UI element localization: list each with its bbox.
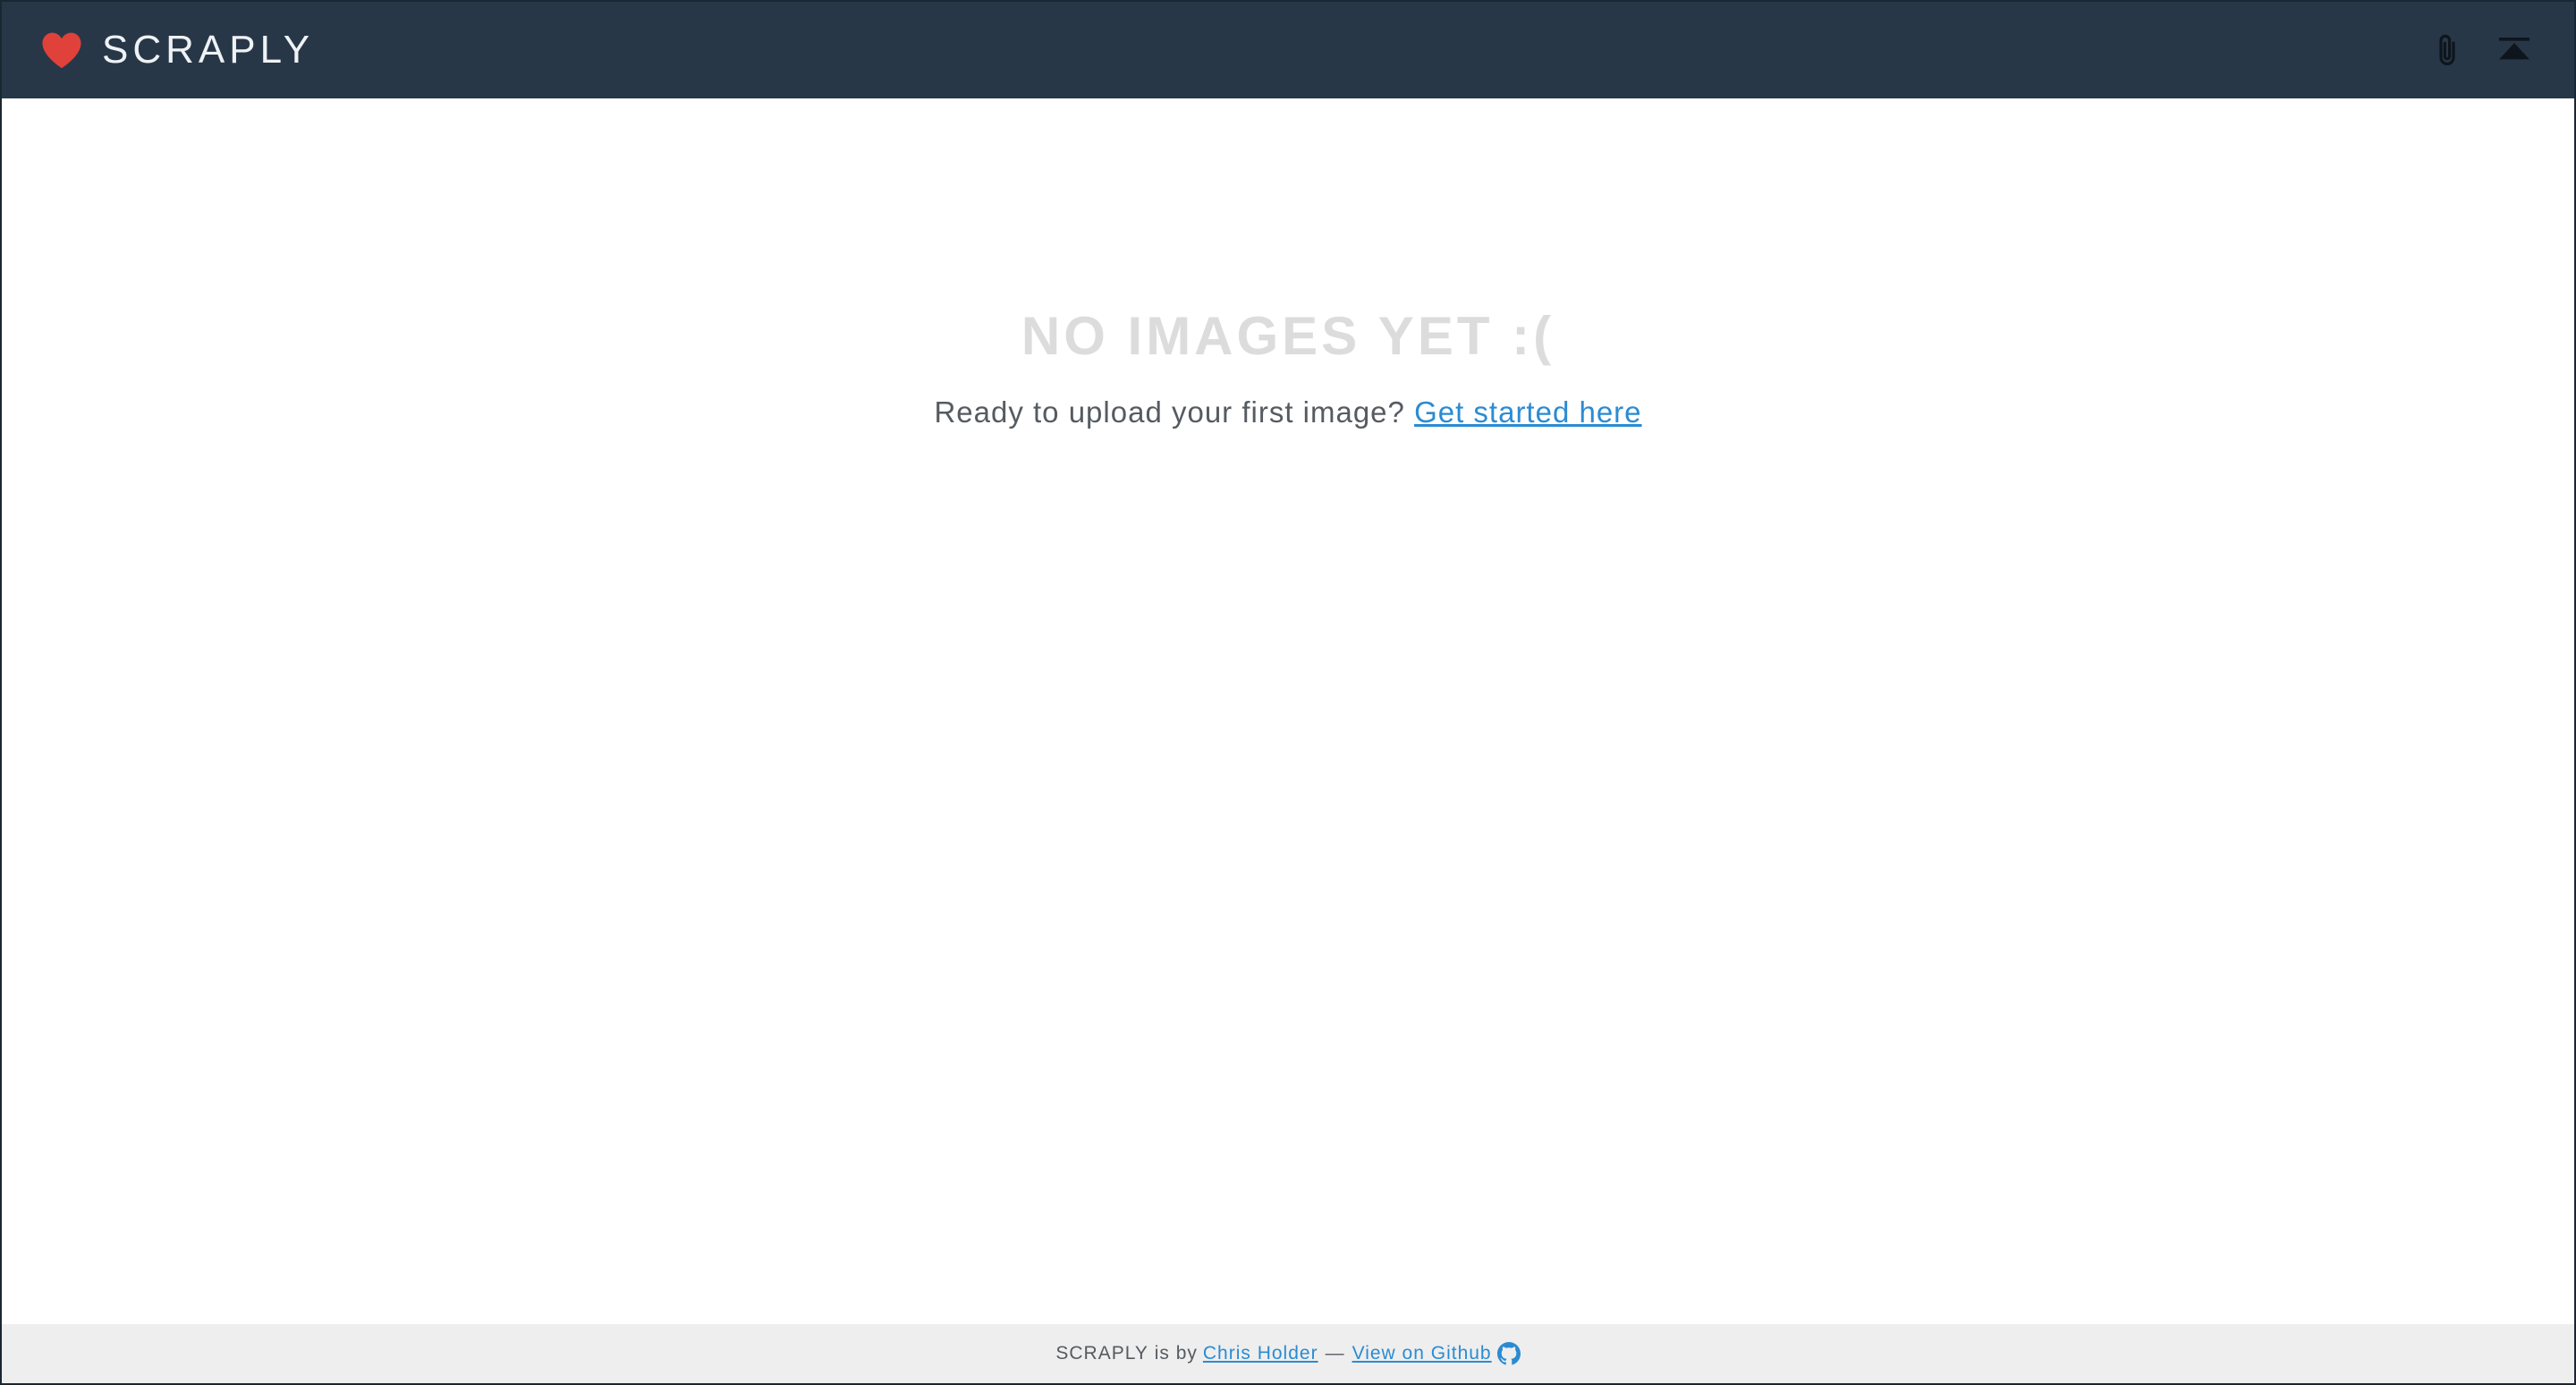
github-icon[interactable] — [1496, 1342, 1521, 1365]
author-link[interactable]: Chris Holder — [1203, 1343, 1318, 1364]
brand-name: SCRAPLY — [102, 28, 315, 72]
github-link[interactable]: View on Github — [1352, 1343, 1492, 1364]
eject-icon[interactable] — [2499, 38, 2529, 63]
empty-state-message: Ready to upload your first image? Get st… — [2, 397, 2574, 427]
heart-icon — [42, 32, 81, 69]
page-footer: SCRAPLY is by Chris Holder — View on Git… — [2, 1324, 2574, 1383]
footer-is-by: is by — [1154, 1343, 1198, 1364]
empty-state-title: NO IMAGES YET :( — [1021, 306, 1555, 366]
empty-state-prompt: Ready to upload your first image? — [934, 395, 1405, 429]
paperclip-icon[interactable] — [2435, 32, 2460, 68]
app-page: SCRAPLY NO IMAGES YET :( Ready to upload… — [0, 0, 2576, 1385]
brand-home-link[interactable]: SCRAPLY — [41, 28, 314, 72]
main-content: NO IMAGES YET :( Ready to upload your fi… — [2, 98, 2574, 1324]
top-navbar: SCRAPLY — [2, 2, 2574, 98]
nav-actions — [2435, 2, 2529, 98]
footer-separator: — — [1325, 1343, 1345, 1364]
footer-brand: SCRAPLY — [1055, 1343, 1148, 1364]
get-started-link[interactable]: Get started here — [1414, 395, 1641, 429]
